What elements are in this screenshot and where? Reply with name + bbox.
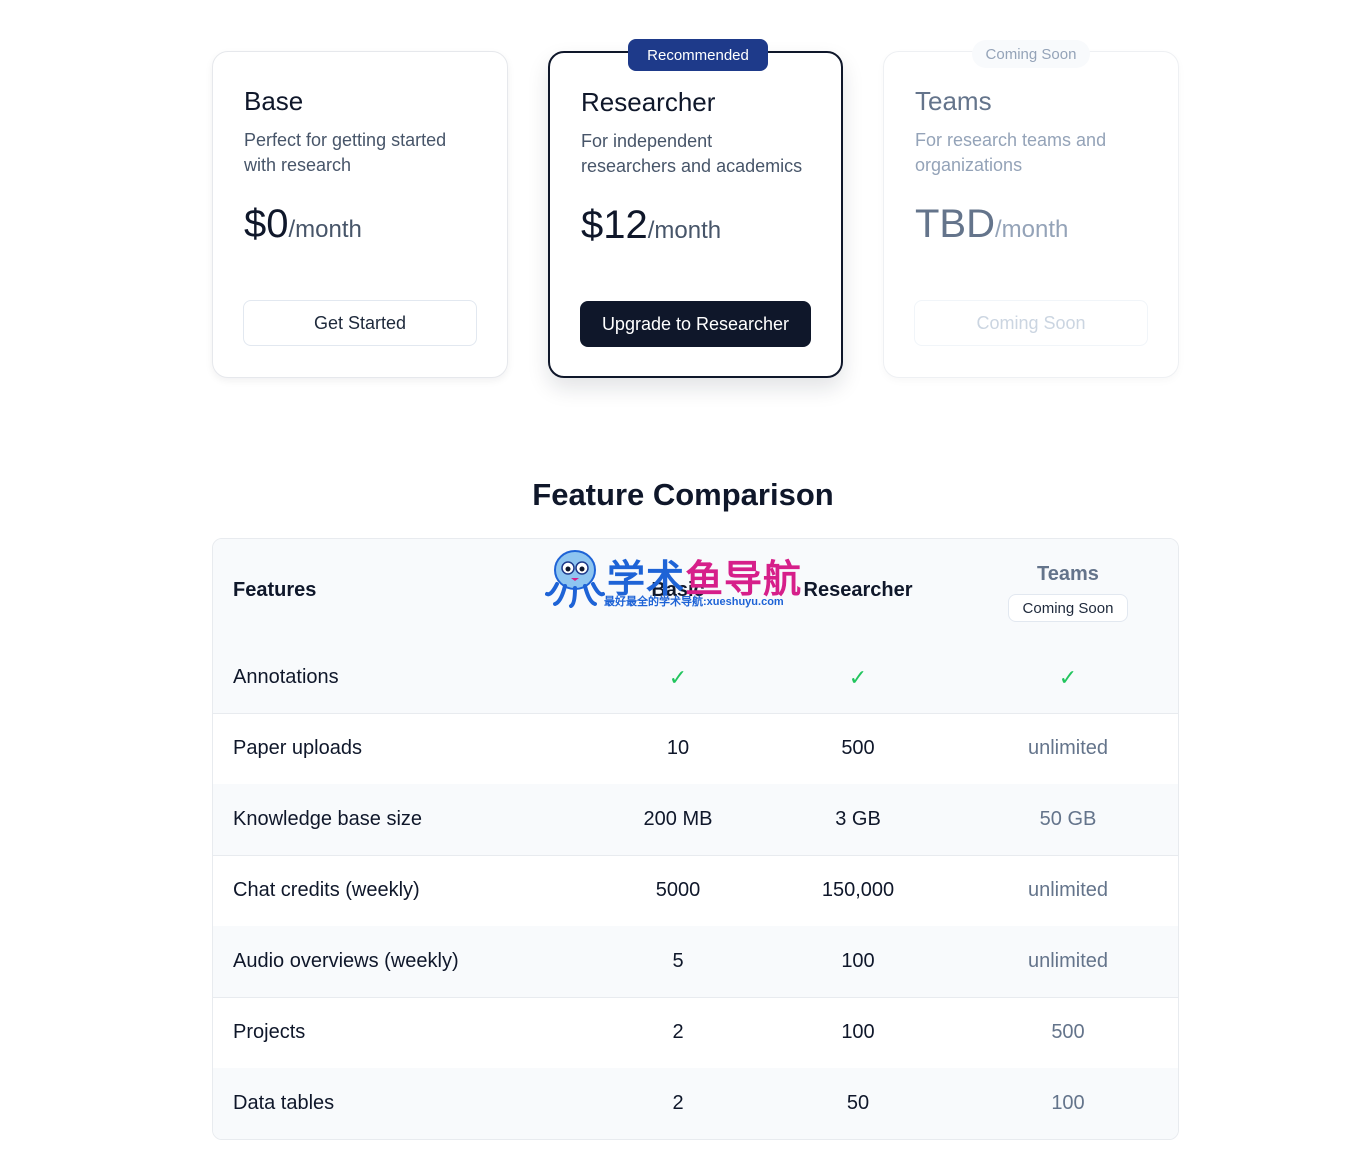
check-icon: ✓ [668,664,688,690]
table-row: Projects 2 100 500 [213,997,1178,1069]
basic-cell: 2 [672,1092,684,1114]
plan-card-researcher: Recommended Researcher For independent r… [548,39,843,378]
price-amount: $0 [244,202,289,246]
researcher-cell: 50 [846,1092,870,1114]
get-started-button[interactable]: Get Started [243,300,477,346]
teams-cell: 50 GB [1039,808,1097,830]
feature-cell: Annotations [233,666,339,688]
plan-description: Perfect for getting started with researc… [244,130,447,175]
teams-cell: unlimited [1027,950,1109,972]
check-icon: ✓ [1058,664,1078,690]
plan-card-teams: Coming Soon Teams For research teams and… [883,40,1179,378]
teams-coming-soon-badge: Coming Soon [1008,594,1128,622]
price-amount: TBD [915,202,995,246]
plan-price: TBD/month [915,202,1068,247]
plan-name: Researcher [581,87,716,117]
check-icon: ✓ [848,664,868,690]
feature-cell: Audio overviews (weekly) [233,950,459,972]
researcher-cell: 3 GB [835,808,881,830]
upgrade-to-researcher-button[interactable]: Upgrade to Researcher [580,301,811,347]
table-row: Chat credits (weekly) 5000 150,000 unlimite… [213,855,1178,927]
plan-description: For research teams and organizations [915,130,1107,175]
plan-name: Teams [915,86,992,116]
recommended-badge: Recommended [628,39,768,71]
feature-comparison-table: Features Basic Researcher Teams Coming S… [212,538,1179,1140]
basic-cell: 200 MB [643,808,713,830]
header-teams: Teams [1037,563,1099,585]
basic-cell: 5000 [655,879,701,901]
feature-cell: Projects [233,1021,306,1043]
basic-cell: 10 [666,737,690,759]
researcher-cell: 150,000 [821,879,895,901]
watermark-subtitle: 最好最全的学术导航:xueshuyu.com [604,593,784,609]
section-title: Feature Comparison [532,477,834,512]
feature-cell: Chat credits (weekly) [233,879,420,901]
price-amount: $12 [581,203,648,247]
researcher-cell: 500 [841,737,875,759]
plan-description: For independent researchers and academic… [581,131,803,176]
price-period: /month [995,216,1069,243]
basic-cell: 5 [672,950,684,972]
researcher-cell: 100 [841,950,875,972]
price-period: /month [647,217,722,244]
teams-cell: 500 [1051,1021,1085,1043]
header-features: Features [233,579,317,601]
teams-cell: unlimited [1027,879,1109,901]
coming-soon-badge: Coming Soon [972,40,1090,68]
price-period: /month [288,216,362,243]
table-row: Data tables 2 50 100 [213,1068,1178,1139]
watermark-logo: 学术鱼导航 最好最全的学术导航:xueshuyu.com [545,546,825,610]
octopus-icon [545,550,605,608]
basic-cell: 2 [672,1021,684,1043]
table-row: Paper uploads 10 500 unlimited [213,713,1178,785]
table-row: Audio overviews (weekly) 5 100 unlimited [213,926,1178,998]
researcher-cell: 100 [841,1021,875,1043]
teams-cell: unlimited [1027,737,1109,759]
feature-cell: Knowledge base size [233,808,423,830]
teams-cell: 100 [1051,1092,1085,1114]
watermark-subtitle-part1: 最好最全的学术导航: [604,596,707,608]
plan-price: $0/month [244,202,362,247]
plan-card-base: Base Perfect for getting started with re… [212,51,508,378]
plan-name: Base [244,86,304,116]
plan-price: $12/month [581,203,721,248]
watermark-subtitle-part2: xueshuyu.com [706,596,784,608]
feature-cell: Paper uploads [233,737,362,759]
feature-cell: Data tables [233,1092,335,1114]
coming-soon-button: Coming Soon [914,300,1148,346]
table-row: Annotations ✓ ✓ ✓ [213,642,1178,714]
table-row: Knowledge base size 200 MB 3 GB 50 GB [213,784,1178,856]
